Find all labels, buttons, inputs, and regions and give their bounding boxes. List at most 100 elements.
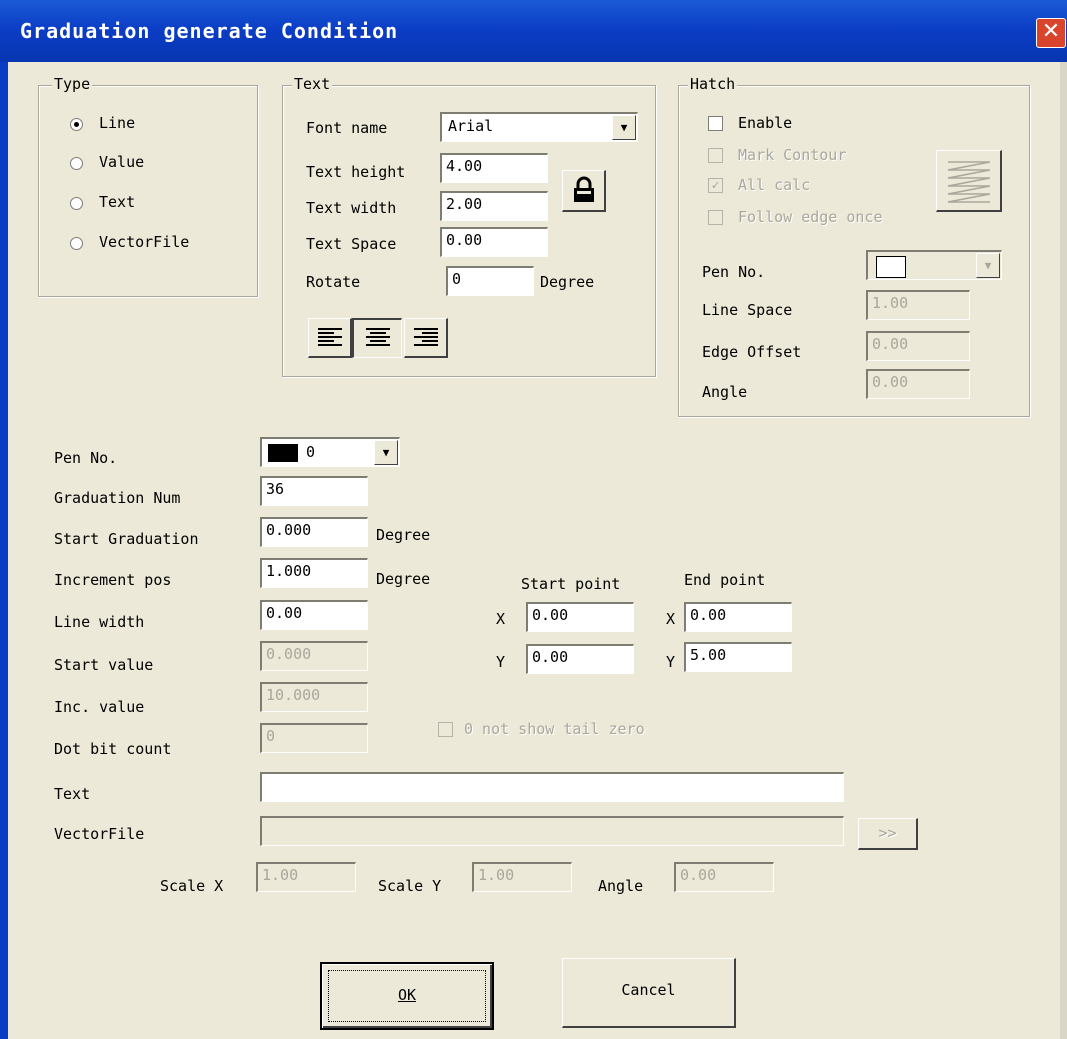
font-name-select[interactable]: Arial ▼	[440, 112, 638, 142]
scale-x-input[interactable]: 1.00	[256, 862, 356, 892]
end-point-label: End point	[684, 571, 766, 589]
radio-vectorfile[interactable]	[70, 237, 83, 250]
lock-icon	[573, 176, 594, 202]
text-height-label: Text height	[306, 163, 406, 181]
graduation-num-input[interactable]: 36	[260, 476, 368, 506]
end-x-input[interactable]: 0.00	[684, 602, 792, 632]
line-width-input[interactable]: 0.00	[260, 600, 368, 630]
align-right-icon	[413, 328, 438, 346]
text-height-input[interactable]: 4.00	[440, 153, 548, 183]
close-button[interactable]: ✕	[1036, 18, 1066, 48]
start-x-input[interactable]: 0.00	[526, 602, 634, 632]
text-content-input[interactable]	[260, 772, 844, 802]
inc-value-input[interactable]: 10.000	[260, 682, 368, 712]
start-x-label: X	[496, 610, 506, 628]
scale-angle-label: Angle	[598, 877, 644, 895]
dot-bit-count-label: Dot bit count	[54, 740, 172, 758]
radio-text[interactable]	[70, 197, 83, 210]
graduation-num-label: Graduation Num	[54, 489, 181, 507]
all-calc-label[interactable]: All calc	[738, 176, 810, 194]
follow-edge-checkbox[interactable]	[708, 210, 723, 225]
rotate-unit-label: Degree	[540, 273, 595, 291]
not-show-tail-zero-checkbox[interactable]	[438, 722, 453, 737]
chevron-down-icon[interactable]: ▼	[976, 253, 1000, 278]
rotate-input[interactable]: 0	[446, 266, 534, 296]
align-center-button[interactable]	[352, 318, 402, 358]
browse-vectorfile-button[interactable]: >>	[858, 818, 918, 850]
start-point-label: Start point	[521, 575, 621, 593]
ok-label: OK	[397, 986, 417, 1004]
chevron-down-icon[interactable]: ▼	[374, 440, 398, 465]
radio-line-label[interactable]: Line	[99, 114, 135, 132]
line-space-input[interactable]: 1.00	[866, 290, 970, 320]
radio-line[interactable]	[70, 118, 83, 131]
text-content-label: Text	[54, 785, 91, 803]
pen-no-select[interactable]: 0 ▼	[260, 437, 400, 467]
font-name-label: Font name	[306, 119, 388, 137]
pen-no-label: Pen No.	[54, 449, 118, 467]
lock-ratio-button[interactable]	[562, 170, 606, 212]
start-value-label: Start value	[54, 656, 154, 674]
rotate-label: Rotate	[306, 273, 361, 291]
hatch-pattern-icon	[947, 161, 990, 203]
text-width-label: Text width	[306, 199, 397, 217]
scale-angle-input[interactable]: 0.00	[674, 862, 774, 892]
align-right-button[interactable]	[404, 318, 448, 358]
pen-color-swatch	[268, 444, 298, 462]
close-icon: ✕	[1041, 19, 1061, 44]
ok-button[interactable]: OK	[320, 962, 494, 1030]
mark-contour-checkbox[interactable]	[708, 148, 723, 163]
mark-contour-label[interactable]: Mark Contour	[738, 146, 846, 164]
cancel-button[interactable]: Cancel	[562, 958, 736, 1028]
end-y-input[interactable]: 5.00	[684, 642, 792, 672]
text-width-input[interactable]: 2.00	[440, 191, 548, 221]
start-y-input[interactable]: 0.00	[526, 644, 634, 674]
text-space-label: Text Space	[306, 235, 397, 253]
text-group-label: Text	[292, 75, 333, 93]
align-left-button[interactable]	[308, 318, 352, 358]
follow-edge-label[interactable]: Follow edge once	[738, 208, 883, 226]
pen-no-value: 0	[306, 443, 316, 461]
window-left-border	[0, 62, 8, 1039]
scale-y-input[interactable]: 1.00	[472, 862, 572, 892]
start-graduation-input[interactable]: 0.000	[260, 517, 368, 547]
radio-value[interactable]	[70, 157, 83, 170]
start-value-input[interactable]: 0.000	[260, 641, 368, 671]
start-graduation-unit: Degree	[376, 526, 431, 544]
radio-vectorfile-label[interactable]: VectorFile	[99, 233, 189, 251]
radio-value-label[interactable]: Value	[99, 153, 144, 171]
end-y-label: Y	[666, 653, 676, 671]
type-group-label: Type	[52, 75, 93, 93]
align-center-icon	[365, 328, 390, 346]
inc-value-label: Inc. value	[54, 698, 145, 716]
scale-y-label: Scale Y	[378, 877, 442, 895]
hatch-pattern-button[interactable]	[936, 150, 1002, 212]
hatch-angle-input[interactable]: 0.00	[866, 369, 970, 399]
vectorfile-label: VectorFile	[54, 825, 145, 843]
enable-checkbox[interactable]	[708, 116, 723, 131]
increment-pos-label: Increment pos	[54, 571, 172, 589]
chevron-down-icon[interactable]: ▼	[612, 115, 636, 140]
line-space-label: Line Space	[702, 301, 793, 319]
not-show-tail-zero-label[interactable]: 0 not show tail zero	[464, 720, 645, 738]
all-calc-checkbox[interactable]: ✓	[708, 178, 723, 193]
hatch-angle-label: Angle	[702, 383, 748, 401]
hatch-pen-no-label: Pen No.	[702, 263, 766, 281]
hatch-pen-select[interactable]: ▼	[866, 250, 1002, 280]
edge-offset-input[interactable]: 0.00	[866, 331, 970, 361]
dot-bit-count-input[interactable]: 0	[260, 723, 368, 753]
edge-offset-label: Edge Offset	[702, 343, 802, 361]
enable-label[interactable]: Enable	[738, 114, 792, 132]
pen-color-swatch	[876, 256, 906, 278]
increment-pos-unit: Degree	[376, 570, 431, 588]
end-x-label: X	[666, 610, 676, 628]
type-group	[38, 85, 258, 297]
radio-text-label[interactable]: Text	[99, 193, 135, 211]
start-graduation-label: Start Graduation	[54, 530, 199, 548]
vectorfile-input[interactable]	[260, 816, 844, 846]
text-space-input[interactable]: 0.00	[440, 227, 548, 257]
line-width-label: Line width	[54, 613, 145, 631]
increment-pos-input[interactable]: 1.000	[260, 558, 368, 588]
start-y-label: Y	[496, 653, 506, 671]
align-left-icon	[317, 328, 342, 346]
